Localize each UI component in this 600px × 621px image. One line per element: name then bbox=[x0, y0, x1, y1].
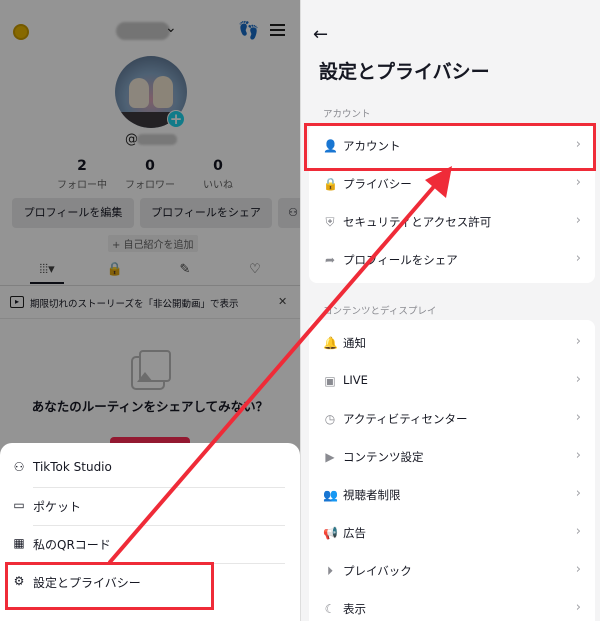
chevron-right-icon: › bbox=[575, 562, 581, 577]
settings-screen: ← 設定とプライバシー アカウント 👤 アカウント › 🔒 プライバシー › ⛨… bbox=[300, 0, 600, 621]
section-header-content: コンテンツとディスプレイ bbox=[323, 306, 437, 317]
chevron-right-icon: › bbox=[575, 524, 581, 539]
chevron-right-icon: › bbox=[575, 175, 581, 190]
settings-item-notifications[interactable]: 🔔 通知 › bbox=[309, 324, 595, 362]
lock-icon: 🔒 bbox=[323, 177, 338, 191]
highlight-box-settings bbox=[5, 562, 214, 610]
bell-icon: 🔔 bbox=[323, 336, 338, 350]
settings-item-activity-center[interactable]: ◷ アクティビティセンター › bbox=[309, 400, 595, 438]
playback-icon: ⏵ bbox=[326, 564, 333, 578]
settings-item-share-profile[interactable]: ➦ プロフィールをシェア › bbox=[309, 241, 595, 279]
settings-item-label: 広告 bbox=[343, 526, 366, 540]
moon-icon: ☾ bbox=[324, 602, 336, 616]
people-icon: 👥 bbox=[323, 488, 338, 502]
settings-item-content-preferences[interactable]: ▶ コンテンツ設定 › bbox=[309, 438, 595, 476]
chevron-right-icon: › bbox=[575, 372, 581, 387]
sheet-item-tiktok-studio[interactable]: ⚇ TikTok Studio bbox=[0, 449, 300, 487]
sheet-item-wallet[interactable]: ▭ ポケット bbox=[0, 487, 300, 525]
settings-item-label: セキュリティとアクセス許可 bbox=[343, 215, 492, 229]
settings-item-audience-controls[interactable]: 👥 視聴者制限 › bbox=[309, 476, 595, 514]
live-icon: ▣ bbox=[324, 374, 336, 388]
settings-item-label: プライバシー bbox=[343, 177, 412, 191]
chevron-right-icon: › bbox=[575, 410, 581, 425]
profile-screen: ⌄ 👣 + @ 2 フォロー中 0 フォロワー 0 いいね プロフィールを編集 … bbox=[0, 0, 300, 621]
settings-item-label: プロフィールをシェア bbox=[343, 253, 458, 267]
share-icon: ➦ bbox=[324, 253, 336, 267]
chevron-right-icon: › bbox=[575, 213, 581, 228]
settings-item-display[interactable]: ☾ 表示 › bbox=[309, 590, 595, 621]
sheet-item-label: TikTok Studio bbox=[33, 460, 112, 474]
highlight-box-account bbox=[304, 123, 596, 171]
chevron-right-icon: › bbox=[575, 251, 581, 266]
settings-item-ads[interactable]: 📢 広告 › bbox=[309, 514, 595, 552]
sheet-item-label: ポケット bbox=[33, 500, 82, 514]
megaphone-icon: 📢 bbox=[323, 526, 338, 540]
studio-icon: ⚇ bbox=[13, 460, 25, 474]
settings-item-label: LIVE bbox=[343, 373, 368, 387]
chevron-right-icon: › bbox=[575, 486, 581, 501]
clock-icon: ◷ bbox=[324, 412, 336, 426]
content-card: 🔔 通知 › ▣ LIVE › ◷ アクティビティセンター › ▶ コンテンツ設… bbox=[309, 320, 595, 621]
settings-item-playback[interactable]: ⏵ プレイバック › bbox=[309, 552, 595, 590]
qr-icon: ▦ bbox=[13, 536, 25, 550]
settings-item-label: 通知 bbox=[343, 336, 366, 350]
settings-item-label: 視聴者制限 bbox=[343, 488, 401, 502]
shield-icon: ⛨ bbox=[325, 215, 335, 229]
chevron-right-icon: › bbox=[575, 600, 581, 615]
wallet-icon: ▭ bbox=[13, 498, 25, 512]
chevron-right-icon: › bbox=[575, 334, 581, 349]
sheet-item-label: 私のQRコード bbox=[33, 538, 111, 552]
page-title: 設定とプライバシー bbox=[319, 61, 490, 83]
settings-item-label: 表示 bbox=[343, 602, 366, 616]
sheet-item-qr-code[interactable]: ▦ 私のQRコード bbox=[0, 525, 300, 563]
chevron-right-icon: › bbox=[575, 448, 581, 463]
video-icon: ▶ bbox=[325, 450, 335, 464]
settings-item-label: コンテンツ設定 bbox=[343, 450, 424, 464]
settings-item-label: プレイバック bbox=[343, 564, 412, 578]
settings-item-security[interactable]: ⛨ セキュリティとアクセス許可 › bbox=[309, 203, 595, 241]
settings-item-label: アクティビティセンター bbox=[343, 412, 468, 426]
back-arrow-icon[interactable]: ← bbox=[313, 24, 328, 45]
settings-item-live[interactable]: ▣ LIVE › bbox=[309, 362, 595, 400]
section-header-account: アカウント bbox=[323, 109, 371, 120]
